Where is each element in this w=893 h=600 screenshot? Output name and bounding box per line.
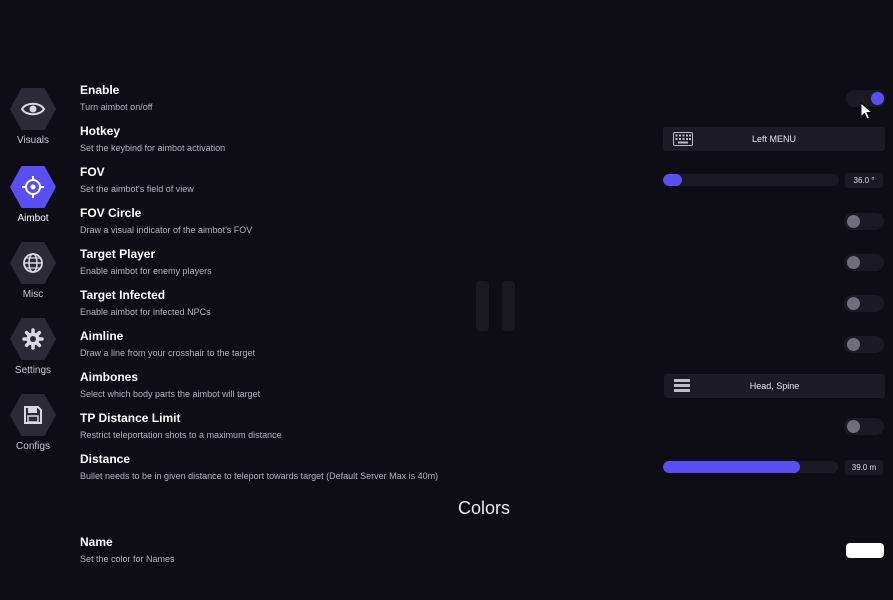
setting-row-target-player: Target Player Enable aimbot for enemy pl… [80,247,886,285]
fov-slider[interactable] [663,174,839,186]
toggle-knob [847,420,860,433]
setting-description: Bullet needs to be in given distance to … [80,471,439,481]
sidebar-label-misc: Misc [22,289,44,300]
aimbones-value: Head, Spine [749,381,800,391]
setting-title: FOV [80,165,105,179]
distance-slider[interactable] [663,461,838,473]
distance-slider-fill [663,461,800,473]
color-title: Name [80,535,113,549]
sidebar-item-configs[interactable]: Configs [0,394,66,452]
setting-description: Select which body parts the aimbot will … [80,389,261,399]
hotkey-value: Left MENU [751,134,796,144]
fov-value[interactable]: 36.0 ° [845,173,883,188]
setting-row-tp-distance-limit: TP Distance Limit Restrict teleportation… [80,411,886,449]
sidebar-label-configs: Configs [16,441,50,452]
setting-description: Draw a line from your crosshair to the t… [80,348,256,358]
setting-title: Aimline [80,329,124,343]
globe-icon [23,253,43,273]
setting-title: TP Distance Limit [80,411,181,425]
crosshair-icon [22,176,44,198]
pause-bar-right [502,281,515,331]
target-player-toggle[interactable] [844,254,884,271]
aimbot-hex [10,166,56,208]
setting-row-enable: Enable Turn aimbot on/off [80,83,886,121]
settings-hex [10,318,56,360]
configs-hex [10,394,56,436]
setting-description: Set the keybind for aimbot activation [80,143,226,153]
fov-circle-toggle[interactable] [844,213,884,230]
distance-value[interactable]: 39.0 m [845,460,883,475]
tp-distance-limit-toggle[interactable] [844,418,884,435]
aimbones-select[interactable]: Head, Spine [664,374,885,398]
setting-title: Enable [80,83,120,97]
sidebar-item-misc[interactable]: Misc [0,242,66,300]
save-icon [24,406,42,424]
visuals-hex [10,88,56,130]
color-row-name: Name Set the color for Names [80,535,886,573]
sidebar-label-visuals: Visuals [16,135,50,146]
setting-title: Target Infected [80,288,166,302]
aimline-toggle[interactable] [844,336,884,353]
toggle-knob [847,297,860,310]
sidebar-item-visuals[interactable]: Visuals [0,88,66,146]
gear-icon [22,328,44,350]
setting-description: Draw a visual indicator of the aimbot's … [80,225,253,235]
setting-row-aimline: Aimline Draw a line from your crosshair … [80,329,886,367]
setting-description: Restrict teleportation shots to a maximu… [80,430,282,440]
eye-icon [21,102,45,116]
setting-description: Turn aimbot on/off [80,102,153,112]
setting-title: Aimbones [80,370,139,384]
setting-description: Enable aimbot for infected NPCs [80,307,211,317]
sidebar-item-aimbot[interactable]: Aimbot [0,166,66,224]
setting-title: Hotkey [80,124,121,138]
misc-hex [10,242,56,284]
toggle-knob [847,256,860,269]
setting-description: Enable aimbot for enemy players [80,266,212,276]
mouse-cursor-icon [860,102,874,120]
sidebar-label-settings: Settings [14,365,52,376]
keyboard-icon [673,132,693,146]
setting-row-fov-circle: FOV Circle Draw a visual indicator of th… [80,206,886,244]
sidebar-label-aimbot: Aimbot [17,213,49,224]
colors-section-title: Colors [457,498,510,518]
sidebar-item-settings[interactable]: Settings [0,318,66,376]
hotkey-select[interactable]: Left MENU [663,127,885,151]
pause-bar-left [476,281,489,331]
setting-title: Distance [80,452,131,466]
name-color-swatch[interactable] [846,543,884,558]
toggle-knob [847,215,860,228]
color-description: Set the color for Names [80,554,175,564]
fov-slider-fill [663,174,683,186]
target-infected-toggle[interactable] [844,295,884,312]
setting-description: Set the aimbot's field of view [80,184,194,194]
list-icon [674,379,690,392]
toggle-knob [847,338,860,351]
setting-title: Target Player [80,247,156,261]
setting-title: FOV Circle [80,206,142,220]
